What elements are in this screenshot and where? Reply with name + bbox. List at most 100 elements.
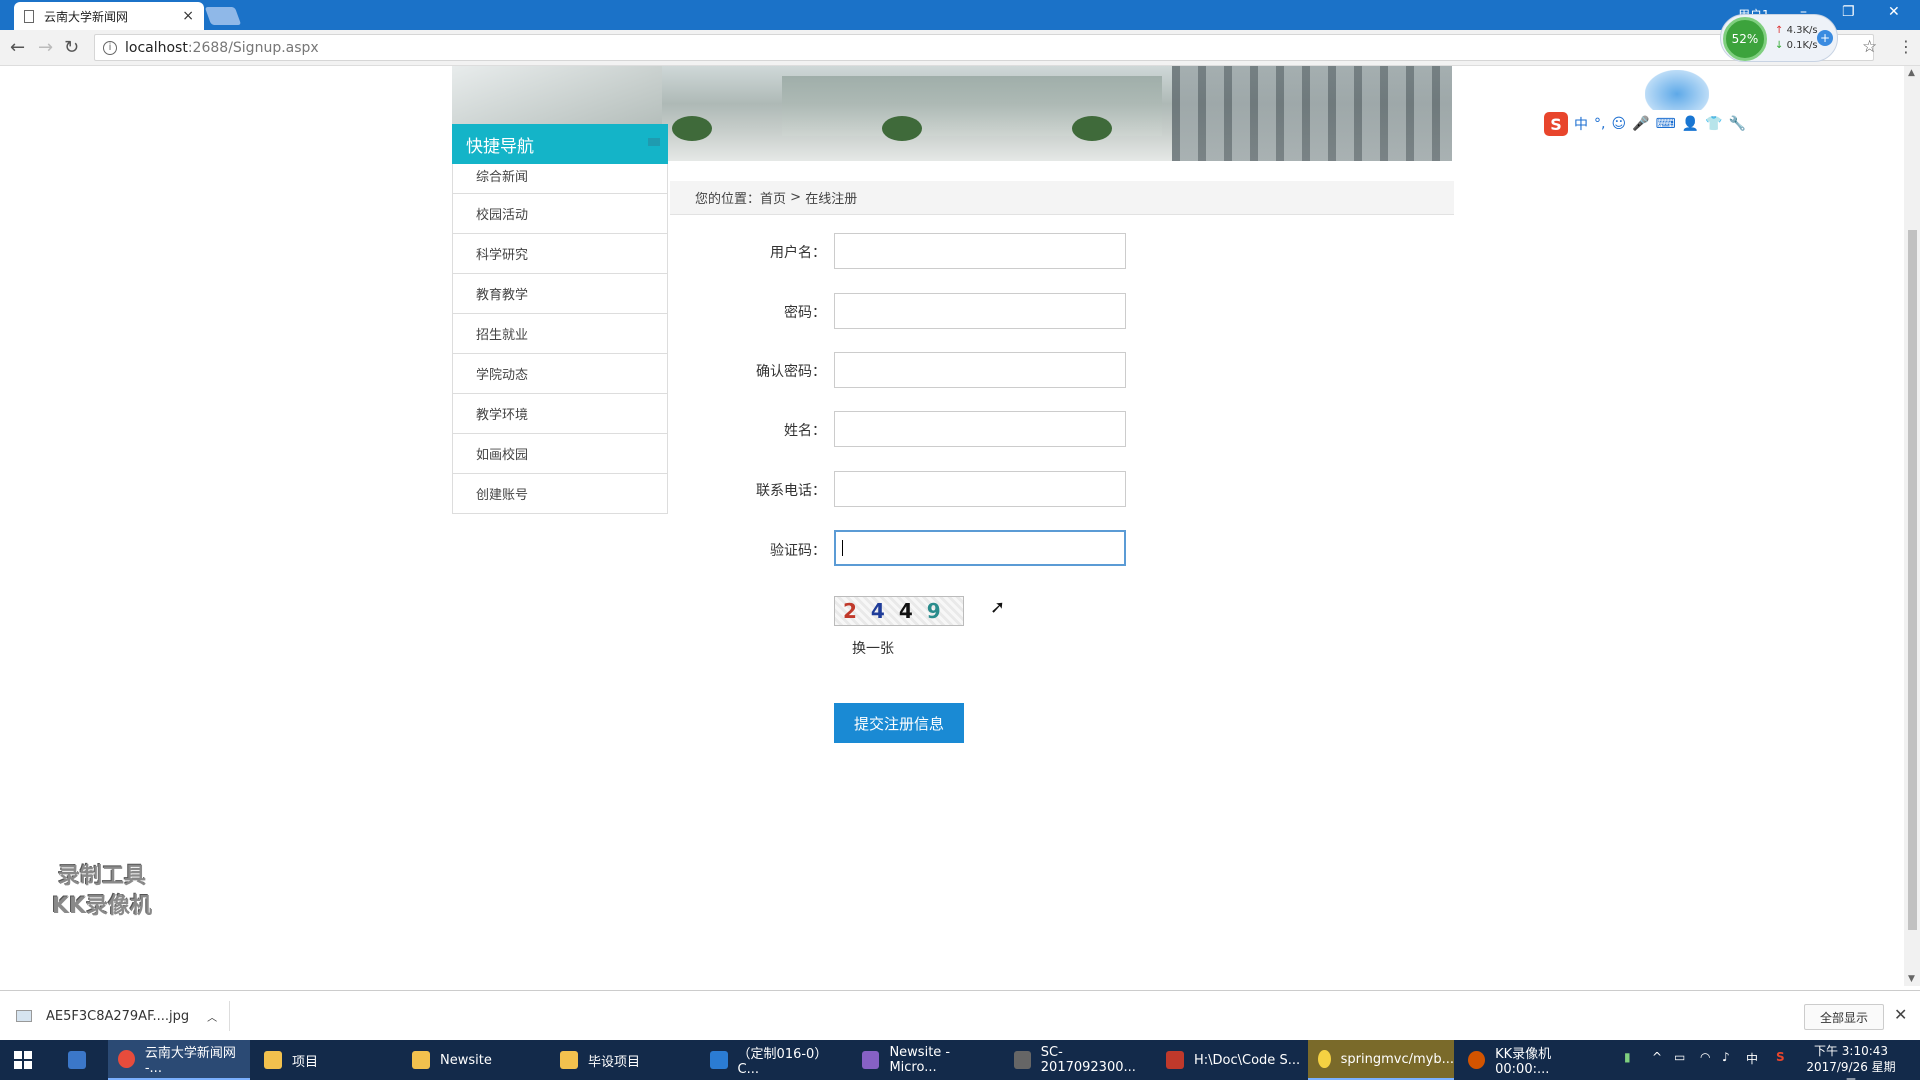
refresh-captcha-link[interactable]: 换一张 — [852, 638, 894, 658]
emoji-icon[interactable]: ☺ — [1611, 116, 1626, 132]
captcha-label: 验证码： — [770, 543, 826, 559]
restore-icon[interactable]: ❐ — [1842, 4, 1855, 20]
network-speed-widget[interactable]: 52% ↑ 4.3K/s ↓ 0.1K/s + — [1720, 14, 1838, 62]
password-input[interactable] — [834, 293, 1126, 329]
download-shelf: AE5F3C8A279AF....jpg ︿ 全部显示 ✕ — [0, 990, 1920, 1040]
captcha-image[interactable]: 2 4 4 9 — [834, 596, 964, 626]
quick-nav-sidebar: 快捷导航 综合新闻 校园活动 科学研究 教育教学 招生就业 学院动态 教学环境 … — [452, 124, 668, 514]
captcha-char: 4 — [870, 599, 885, 623]
captcha-char: 9 — [926, 599, 941, 623]
recording-watermark: 录制工具 KK录像机 — [51, 864, 153, 919]
battery-tray-icon[interactable]: ▮ — [1624, 1050, 1631, 1064]
new-tab-button[interactable] — [204, 7, 242, 25]
volume-icon[interactable]: ♪ — [1722, 1050, 1730, 1064]
taskbar-item-folder-newsite[interactable]: Newsite — [402, 1040, 544, 1080]
skin-icon[interactable]: 👕 — [1705, 116, 1722, 132]
show-hidden-icons-icon[interactable]: ^ — [1652, 1050, 1662, 1064]
taskbar-item-folder-project[interactable]: 项目 — [254, 1040, 396, 1080]
phone-input[interactable] — [834, 471, 1126, 507]
taskbar-item-visual-studio[interactable]: Newsite - Micro... — [852, 1040, 998, 1080]
sogou-tray-icon[interactable]: S — [1776, 1050, 1785, 1064]
sidebar-item-college-news[interactable]: 学院动态 — [452, 354, 668, 394]
confirm-password-label: 确认密码： — [756, 364, 826, 380]
scroll-up-icon[interactable]: ▲ — [1908, 68, 1915, 78]
sidebar-title: 快捷导航 — [452, 124, 668, 164]
more-icon[interactable] — [648, 138, 660, 146]
image-file-icon — [16, 1010, 32, 1022]
captcha-char: 4 — [898, 599, 913, 623]
microphone-icon[interactable]: 🎤 — [1632, 116, 1649, 132]
bookmark-star-icon[interactable]: ☆ — [1862, 37, 1877, 57]
download-filename: AE5F3C8A279AF....jpg — [46, 1008, 190, 1024]
taskbar-item-springmvc[interactable]: springmvc/myb... — [1308, 1040, 1454, 1080]
sidebar-item-campus-scenery[interactable]: 如画校园 — [452, 434, 668, 474]
wrench-icon[interactable]: 🔧 — [1729, 116, 1746, 132]
sidebar-item-campus-activities[interactable]: 校园活动 — [452, 194, 668, 234]
boost-icon[interactable]: + — [1817, 30, 1833, 46]
tab-title: 云南大学新闻网 — [44, 9, 129, 24]
scroll-thumb[interactable] — [1908, 230, 1917, 930]
forward-icon[interactable]: → — [38, 37, 53, 58]
sidebar-item-create-account[interactable]: 创建账号 — [452, 474, 668, 514]
mouse-pointer-icon: ➚ — [990, 597, 1006, 618]
memory-percent: 52% — [1723, 17, 1767, 61]
browser-tab[interactable]: 云南大学新闻网 × — [14, 2, 204, 30]
breadcrumb-prefix: 您的位置： — [695, 192, 761, 207]
sogou-logo-icon[interactable]: S — [1544, 112, 1568, 136]
breadcrumb-current: 在线注册 — [805, 192, 858, 207]
wifi-icon[interactable]: ◠ — [1700, 1050, 1710, 1064]
breadcrumb-separator: > — [786, 190, 806, 205]
download-item[interactable]: AE5F3C8A279AF....jpg ︿ — [16, 1001, 230, 1031]
taskbar-item-folder-thesis[interactable]: 毕设项目 — [550, 1040, 692, 1080]
ime-mode-icon[interactable]: 中 — [1574, 114, 1588, 134]
name-label: 姓名： — [784, 423, 826, 439]
show-all-downloads-button[interactable]: 全部显示 — [1804, 1004, 1884, 1030]
sidebar-item-education[interactable]: 教育教学 — [452, 274, 668, 314]
windows-start-icon[interactable] — [14, 1051, 32, 1069]
sidebar-item-admissions[interactable]: 招生就业 — [452, 314, 668, 354]
address-bar[interactable]: i localhost:2688/Signup.aspx — [94, 34, 1874, 61]
info-icon[interactable]: i — [103, 40, 117, 55]
power-icon[interactable]: ▭ — [1674, 1050, 1685, 1064]
breadcrumb-home-link[interactable]: 首页 — [760, 188, 786, 207]
user-icon[interactable]: 👤 — [1682, 116, 1699, 132]
keyboard-icon[interactable]: ⌨ — [1656, 116, 1676, 132]
upload-speed: ↑ 4.3K/s — [1775, 25, 1818, 36]
submit-registration-button[interactable]: 提交注册信息 — [834, 703, 964, 743]
tab-close-icon[interactable]: × — [182, 8, 194, 24]
confirm-password-input[interactable] — [834, 352, 1126, 388]
scroll-down-icon[interactable]: ▼ — [1908, 974, 1915, 984]
back-icon[interactable]: ← — [10, 37, 25, 58]
download-speed: ↓ 0.1K/s — [1775, 40, 1818, 51]
url-host: localhost — [125, 39, 188, 56]
sidebar-item-research[interactable]: 科学研究 — [452, 234, 668, 274]
password-label: 密码： — [784, 305, 826, 321]
captcha-input[interactable] — [834, 530, 1126, 566]
taskbar-item-tool[interactable]: SC-2017092300... — [1004, 1040, 1150, 1080]
name-input[interactable] — [834, 411, 1126, 447]
taskbar-item-chrome[interactable]: 云南大学新闻网 -... — [108, 1040, 250, 1080]
taskbar-item-word[interactable]: （定制016-0）C... — [700, 1040, 846, 1080]
close-window-icon[interactable]: ✕ — [1888, 4, 1900, 20]
page-scrollbar[interactable]: ▲ ▼ — [1904, 66, 1920, 986]
sidebar-item-news[interactable]: 综合新闻 — [452, 164, 668, 194]
taskbar-item-explorer[interactable]: H:\Doc\Code S... — [1156, 1040, 1302, 1080]
menu-icon[interactable]: ⋮ — [1898, 37, 1914, 56]
windows-taskbar: 云南大学新闻网 -... 项目 Newsite 毕设项目 （定制016-0）C.… — [0, 1040, 1920, 1080]
browser-titlebar: 云南大学新闻网 × 用户1 – ❐ ✕ — [0, 0, 1920, 30]
browser-toolbar: ← → ↻ i localhost:2688/Signup.aspx ☆ ⋮ — [0, 30, 1920, 66]
system-clock[interactable]: 下午 3:10:43 2017/9/26 星期二 — [1806, 1043, 1896, 1080]
chevron-up-icon[interactable]: ︿ — [207, 1009, 217, 1024]
close-download-shelf-icon[interactable]: ✕ — [1894, 1005, 1907, 1024]
text-caret — [842, 540, 843, 556]
username-label: 用户名： — [770, 245, 826, 261]
punctuation-icon[interactable]: °, — [1594, 116, 1605, 132]
reload-icon[interactable]: ↻ — [64, 37, 79, 58]
input-method-indicator[interactable]: 中 — [1746, 1050, 1758, 1067]
username-input[interactable] — [834, 233, 1126, 269]
taskbar-item-kk-recorder[interactable]: KK录像机 00:00:... — [1458, 1040, 1604, 1080]
breadcrumb: 您的位置： 首页 > 在线注册 — [670, 181, 1454, 215]
url-path: :2688/Signup.aspx — [187, 39, 319, 56]
task-view-icon[interactable] — [58, 1040, 102, 1080]
sidebar-item-environment[interactable]: 教学环境 — [452, 394, 668, 434]
